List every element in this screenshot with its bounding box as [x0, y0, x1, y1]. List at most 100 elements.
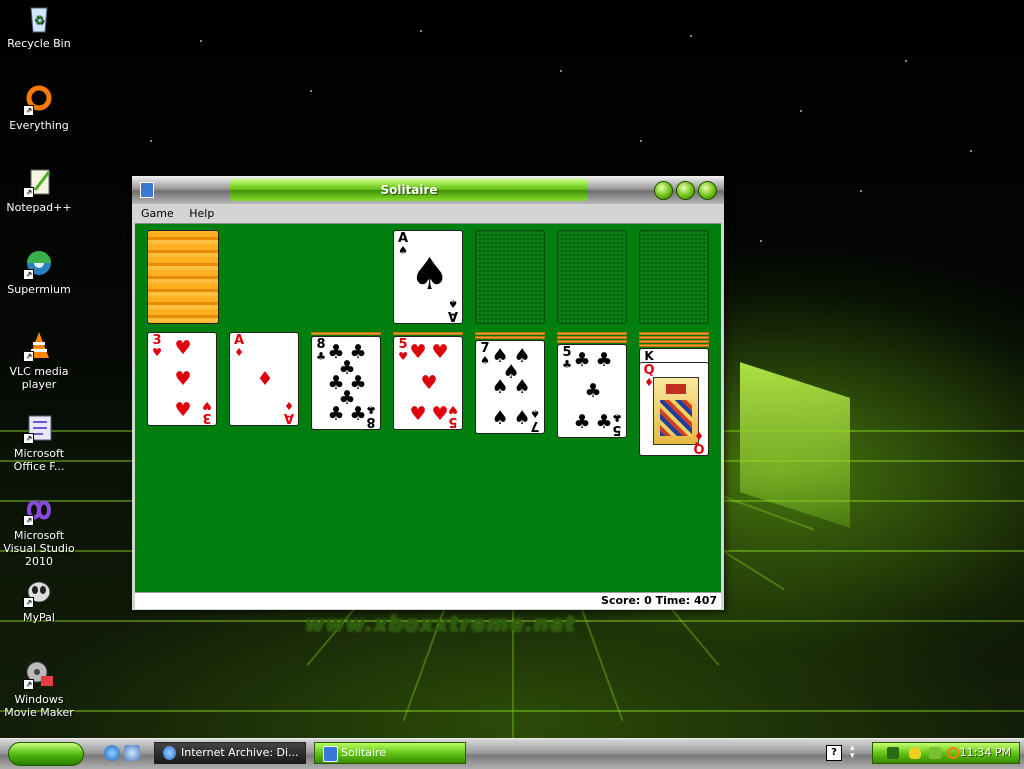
system-tray: 11:34 PM — [872, 742, 1020, 764]
desktop-icon-vlc[interactable]: ↗ VLC media player — [0, 330, 78, 391]
card-rank: 3 — [202, 410, 212, 425]
clock[interactable]: 11:34 PM — [960, 743, 1011, 763]
diamond-icon: ♦ — [256, 368, 274, 390]
foundation-slot-3[interactable] — [557, 230, 627, 324]
tray-app-icon[interactable] — [929, 747, 941, 759]
heart-icon: ♥ — [409, 403, 427, 425]
heart-icon: ♥ — [174, 368, 192, 390]
desktop-icon-everything[interactable]: ↗ Everything — [0, 84, 78, 132]
security-shield-icon[interactable] — [909, 747, 921, 759]
tableau-card-4[interactable]: 5 ♥ ♥ ♥ ♥ ♥ ♥ 5 ♥ — [393, 336, 463, 430]
taskbar-button-internet-archive[interactable]: Internet Archive: Di... — [154, 742, 306, 764]
browser-icon — [163, 746, 176, 760]
card-suit: ♠ — [530, 407, 540, 420]
spade-icon: ♠ — [491, 376, 509, 398]
office-icon: ↗ — [23, 412, 55, 444]
solitaire-app-icon — [323, 746, 338, 762]
menu-game[interactable]: Game — [135, 204, 180, 223]
desktop-icon-supermium[interactable]: ↗ Supermium — [0, 248, 78, 296]
desktop-icon-label: Everything — [9, 119, 69, 132]
heart-icon: ♥ — [409, 341, 427, 363]
face-down-card — [311, 332, 381, 335]
solitaire-app-icon[interactable] — [140, 182, 154, 198]
title-bar[interactable]: Solitaire — [132, 176, 724, 204]
desktop-icon-label: Microsoft Office F... — [13, 447, 65, 473]
card-suit: ♣ — [366, 403, 376, 416]
card-rank: 5 — [448, 414, 458, 429]
start-button[interactable] — [8, 742, 84, 766]
desktop-icon-label: Recycle Bin — [7, 37, 71, 50]
card-rank: Q — [693, 440, 705, 455]
taskbar: Internet Archive: Di... Solitaire ? ▴ ▾ 1… — [0, 738, 1024, 769]
everything-search-icon: ↗ — [23, 84, 55, 116]
tableau-card-2[interactable]: A ♦ ♦ A ♦ — [229, 332, 299, 426]
spade-icon: ♠ — [491, 407, 509, 429]
card-suit: ♥ — [448, 403, 458, 416]
face-down-card — [393, 332, 463, 335]
face-down-card — [639, 336, 709, 339]
desktop-icon-visual-studio[interactable]: ↗ Microsoft Visual Studio 2010 — [0, 494, 78, 568]
desktop-icon-label: Microsoft Visual Studio 2010 — [3, 529, 75, 568]
club-icon: ♣ — [595, 349, 613, 371]
face-down-card — [557, 332, 627, 335]
club-icon: ♣ — [327, 403, 345, 425]
tableau-card-3[interactable]: 8 ♣ ♣ ♣ ♣ ♣ ♣ ♣ ♣ ♣ 8 ♣ — [311, 336, 381, 430]
card-rank: 5 — [612, 422, 622, 437]
recycle-bin-icon: ♻ — [23, 2, 55, 34]
internet-explorer-icon[interactable] — [104, 745, 120, 761]
network-icon[interactable] — [887, 747, 899, 759]
foundation-slot-2[interactable] — [475, 230, 545, 324]
menu-help[interactable]: Help — [183, 204, 220, 223]
card-suit: ♥ — [202, 399, 212, 412]
stock-pile[interactable] — [147, 230, 219, 324]
desktop-icon-movie-maker[interactable]: ↗ Windows Movie Maker — [0, 658, 78, 719]
tableau-card-5[interactable]: 7 ♠ ♠ ♠ ♠ ♠ ♠ ♠ ♠ 7 ♠ — [475, 340, 545, 434]
card-suit: ♦ — [234, 346, 244, 359]
mypal-icon: ↗ — [23, 576, 55, 608]
desktop-icon-label: Notepad++ — [6, 201, 72, 214]
tableau-card-7-queen[interactable]: Q ♦ Q ♦ — [639, 362, 709, 456]
foundation-card-ace-spades[interactable]: A ♠ ♠ A ♠ — [393, 230, 463, 324]
card-rank: K — [644, 349, 654, 363]
everything-search-icon[interactable] — [947, 747, 959, 759]
card-suit: ♦ — [284, 399, 294, 412]
minimize-button[interactable] — [654, 181, 673, 200]
window-title: Solitaire — [230, 179, 588, 201]
face-down-card — [557, 340, 627, 343]
tableau-card-1[interactable]: 3 ♥ ♥ ♥ ♥ 3 ♥ — [147, 332, 217, 426]
card-suit: ♥ — [152, 346, 162, 359]
face-down-card — [639, 340, 709, 343]
heart-icon: ♥ — [431, 341, 449, 363]
tableau-card-6[interactable]: 5 ♣ ♣ ♣ ♣ ♣ ♣ 5 ♣ — [557, 344, 627, 438]
card-suit: ♠ — [398, 244, 408, 257]
desktop-icon-label: Windows Movie Maker — [4, 693, 74, 719]
task-label: Internet Archive: Di... — [181, 746, 299, 759]
game-board: A ♠ ♠ A ♠ 3 ♥ ♥ ♥ ♥ 3 ♥ A ♦ ♦ A ♦ 8 ♣ ♣ ♣ ♣ ♣ — [135, 223, 721, 592]
card-suit: ♦ — [694, 429, 704, 442]
desktop-icon-notepadpp[interactable]: ↗ Notepad++ — [0, 166, 78, 214]
close-button[interactable] — [698, 181, 717, 200]
help-icon[interactable]: ? — [826, 745, 842, 761]
taskbar-button-solitaire[interactable]: Solitaire — [314, 742, 466, 764]
tray-expand-chevron-icon[interactable]: ▴ ▾ — [850, 744, 855, 761]
supermium-browser-icon: ↗ — [23, 248, 55, 280]
desktop-icon-recycle-bin[interactable]: ♻ Recycle Bin — [0, 2, 78, 50]
solitaire-window: Solitaire Game Help A ♠ ♠ A ♠ 3 ♥ ♥ ♥ ♥ 3 ♥ … — [132, 176, 724, 610]
desktop-icon-office[interactable]: ↗ Microsoft Office F... — [0, 412, 78, 473]
desktop-icon-label: Supermium — [7, 283, 71, 296]
notepadpp-icon: ↗ — [23, 166, 55, 198]
foundation-slot-4[interactable] — [639, 230, 709, 324]
task-label: Solitaire — [341, 746, 386, 759]
card-rank: 8 — [366, 414, 376, 429]
maximize-button[interactable] — [676, 181, 695, 200]
spade-icon: ♠ — [410, 249, 450, 300]
face-down-card — [475, 336, 545, 339]
desktop-icon-mypal[interactable]: ↗ MyPal — [0, 576, 78, 624]
show-desktop-icon[interactable] — [124, 745, 140, 761]
card-suit: ♣ — [612, 411, 622, 424]
heart-icon: ♥ — [174, 399, 192, 421]
desktop-icon-label: MyPal — [23, 611, 55, 624]
visual-studio-icon: ↗ — [23, 494, 55, 526]
card-rank: A — [447, 308, 459, 323]
status-bar: Score: 0 Time: 407 — [135, 592, 721, 609]
